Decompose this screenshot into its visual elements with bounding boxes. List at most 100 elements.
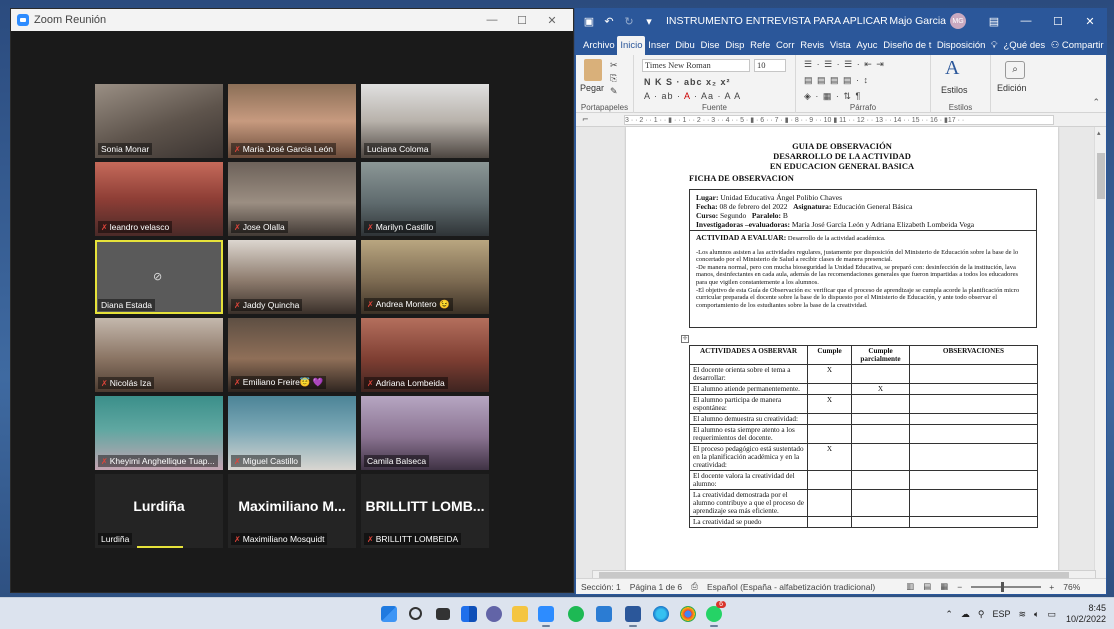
tab-diseno-tabla[interactable]: Diseño de t xyxy=(880,36,934,55)
vertical-scrollbar[interactable]: ▴ xyxy=(1094,127,1106,578)
search-icon[interactable]: ⌕ xyxy=(1005,61,1025,79)
font-size-select[interactable]: 10 xyxy=(754,59,786,72)
table-row[interactable]: El alumno demuestra su creatividad: xyxy=(689,413,1038,425)
table-cell-parcial[interactable] xyxy=(851,394,910,414)
table-row[interactable]: El alumno esta siempre atento a los requ… xyxy=(689,424,1038,444)
status-language[interactable]: Español (España - alfabetización tradici… xyxy=(707,582,875,592)
bold-italic-underline-icons[interactable]: N K S · abc x₂ x² xyxy=(644,77,731,87)
table-cell-cumple[interactable]: X xyxy=(807,364,852,384)
print-layout-icon[interactable]: ▤ xyxy=(923,581,931,592)
table-row[interactable]: El docente valora la creatividad del alu… xyxy=(689,470,1038,490)
table-cell-cumple[interactable]: X xyxy=(807,394,852,414)
customize-quick-access-icon[interactable]: ▾ xyxy=(642,15,656,28)
table-cell-cumple[interactable] xyxy=(807,383,852,395)
participant-tile[interactable]: ✗ Maria José Garcia León xyxy=(228,84,356,158)
participant-tile[interactable]: ✗ Jaddy Quincha xyxy=(228,240,356,314)
table-cell-activity[interactable]: El alumno participa de manera espontánea… xyxy=(689,394,808,414)
maximize-icon[interactable]: ☐ xyxy=(1042,15,1074,28)
cut-copy-format-icons[interactable]: ✂ ⎘ ✎ xyxy=(610,59,619,98)
undo-icon[interactable]: ↶ xyxy=(602,15,616,28)
alignment-icons[interactable]: ▤ ▤ ▤ ▤ · ↕ xyxy=(804,75,869,86)
table-cell-activity[interactable]: El docente valora la creatividad del alu… xyxy=(689,470,808,490)
participant-tile[interactable]: ✗ Miguel Castillo xyxy=(228,396,356,470)
chevron-up-icon[interactable]: ⌃ xyxy=(945,609,953,620)
shading-border-icons[interactable]: ◈ · ▦ · ⇅ ¶ xyxy=(804,91,861,102)
scrollbar-thumb[interactable] xyxy=(1097,153,1105,199)
table-cell-obs[interactable] xyxy=(909,394,1038,414)
ribbon-display-icon[interactable]: ▤ xyxy=(978,15,1010,28)
minimize-icon[interactable]: — xyxy=(1010,15,1042,27)
table-move-handle-icon[interactable]: ✛ xyxy=(681,335,689,343)
tab-disposicion-tabla[interactable]: Disposición xyxy=(934,36,988,55)
status-section[interactable]: Sección: 1 xyxy=(581,582,621,592)
close-icon[interactable]: ✕ xyxy=(1074,15,1106,28)
save-icon[interactable]: ▣ xyxy=(582,15,596,28)
clock[interactable]: 8:45 10/2/2022 xyxy=(1066,603,1106,625)
table-cell-activity[interactable]: La creatividad se puedo xyxy=(689,516,808,528)
participant-tile[interactable]: Luciana Coloma xyxy=(361,84,489,158)
zoom-out-icon[interactable]: − xyxy=(957,582,962,592)
tab-selector-icon[interactable]: ⌐ xyxy=(582,115,589,124)
whatsapp-icon[interactable]: 6 xyxy=(706,601,726,627)
task-view-icon[interactable] xyxy=(436,608,450,620)
wifi-icon[interactable]: ≋ xyxy=(1018,609,1026,620)
zoom-slider[interactable] xyxy=(971,581,1042,592)
table-cell-parcial[interactable] xyxy=(851,424,910,444)
language-indicator[interactable]: ESP xyxy=(992,609,1010,619)
table-row[interactable]: La creatividad se puedo xyxy=(689,516,1038,528)
table-cell-cumple[interactable] xyxy=(807,470,852,490)
proofing-icon[interactable]: ⎙ xyxy=(691,581,698,592)
table-cell-obs[interactable] xyxy=(909,383,1038,395)
table-cell-obs[interactable] xyxy=(909,364,1038,384)
cloud-icon[interactable]: ☁ xyxy=(961,609,970,620)
participant-tile[interactable]: ✗ Andrea Montero 😉 xyxy=(361,240,489,314)
font-color-icons[interactable]: A · ab · A · Aa · A A xyxy=(644,91,741,101)
table-cell-activity[interactable]: El alumno esta siempre atento a los requ… xyxy=(689,424,808,444)
participant-tile[interactable]: Lurdiña Lurdiña xyxy=(95,474,223,548)
tab-referencias[interactable]: Refe xyxy=(747,36,773,55)
web-layout-icon[interactable]: ▦ xyxy=(940,581,948,592)
table-row[interactable]: El alumno participa de manera espontánea… xyxy=(689,394,1038,414)
user-name[interactable]: Majo Garcia xyxy=(889,15,946,27)
participant-tile[interactable]: BRILLITT LOMB... ✗ BRILLITT LOMBEIDA xyxy=(361,474,489,548)
table-row[interactable]: El docente orienta sobre el tema a desar… xyxy=(689,364,1038,384)
avatar[interactable]: MG xyxy=(950,13,966,29)
widgets-icon[interactable] xyxy=(461,606,477,622)
table-row[interactable]: El proceso pedagógico está sustentado en… xyxy=(689,443,1038,471)
participant-tile[interactable]: ✗ Adriana Lombeida xyxy=(361,318,489,392)
tab-dibujar[interactable]: Dibu xyxy=(672,36,697,55)
tab-vista[interactable]: Vista xyxy=(827,36,854,55)
collapse-ribbon-icon[interactable]: ⌃ xyxy=(1092,97,1100,108)
document-page[interactable]: GUIA DE OBSERVACIÓN DESARROLLO DE LA ACT… xyxy=(626,127,1058,578)
tab-archivo[interactable]: Archivo xyxy=(580,36,617,55)
table-cell-parcial[interactable]: X xyxy=(851,383,910,395)
redo-icon[interactable]: ↻ xyxy=(622,15,636,28)
table-cell-obs[interactable] xyxy=(909,516,1038,528)
table-cell-parcial[interactable] xyxy=(851,470,910,490)
tab-correspondencia[interactable]: Corr xyxy=(773,36,797,55)
table-cell-parcial[interactable] xyxy=(851,516,910,528)
participant-tile[interactable]: ✗ Emiliano Freire😇 💜 xyxy=(228,318,356,392)
spotify-icon[interactable] xyxy=(568,606,584,622)
zoom-taskbar-icon[interactable] xyxy=(538,606,554,627)
table-cell-activity[interactable]: El proceso pedagógico está sustentado en… xyxy=(689,443,808,471)
table-cell-obs[interactable] xyxy=(909,470,1038,490)
share-button[interactable]: ⚇ Compartir xyxy=(1048,36,1106,55)
tab-revisar[interactable]: Revis xyxy=(797,36,827,55)
table-cell-cumple[interactable]: X xyxy=(807,443,852,471)
table-cell-obs[interactable] xyxy=(909,413,1038,425)
table-cell-obs[interactable] xyxy=(909,489,1038,517)
font-name-select[interactable]: Times New Roman xyxy=(642,59,750,72)
close-icon[interactable]: ✕ xyxy=(537,14,567,27)
teams-chat-icon[interactable] xyxy=(486,606,502,622)
list-icons[interactable]: ☰ · ☰ · ☰ · ⇤ ⇥ xyxy=(804,59,885,70)
participant-tile[interactable]: ✗ Marilyn Castillo xyxy=(361,162,489,236)
table-cell-activity[interactable]: La creatividad demostrada por el alumno … xyxy=(689,489,808,517)
editing-button[interactable]: Edición xyxy=(997,83,1027,93)
table-cell-cumple[interactable] xyxy=(807,516,852,528)
participant-tile-active-speaker[interactable]: ⊘ Diana Estada xyxy=(95,240,223,314)
table-cell-cumple[interactable] xyxy=(807,413,852,425)
paste-button[interactable]: Pegar xyxy=(580,83,604,93)
tab-insertar[interactable]: Inser xyxy=(645,36,672,55)
lightbulb-icon[interactable]: 💡︎ xyxy=(988,36,1001,55)
